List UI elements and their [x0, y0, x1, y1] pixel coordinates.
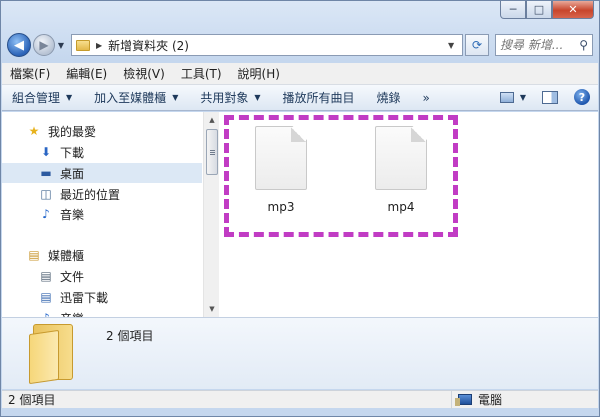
address-dropdown-icon[interactable]: ▼: [448, 41, 462, 50]
minimize-button[interactable]: ─: [500, 1, 526, 19]
maximize-button[interactable]: □: [526, 1, 552, 19]
documents-icon: ▤: [40, 269, 52, 283]
nav-downloads-label: 下載: [60, 145, 85, 160]
libraries-icon: ▤: [28, 248, 40, 262]
address-bar[interactable]: ▶ 新增資料夾 (2) ▼: [71, 34, 463, 56]
nav-desktop-label: 桌面: [60, 166, 85, 181]
nav-downloads[interactable]: ⬇ 下載: [2, 142, 202, 162]
status-item-count: 2 個項目: [2, 390, 452, 409]
file-item-mp3[interactable]: mp3: [241, 126, 321, 214]
navigation-pane: ★ 我的最愛 ⬇ 下載 ▬ 桌面 ◫ 最近的位置 ♪ 音樂 ▤ 媒體櫃 ▤ 文件…: [2, 112, 202, 317]
menu-bar: 檔案(F) 編輯(E) 檢視(V) 工具(T) 說明(H): [2, 63, 598, 85]
help-glyph: ?: [578, 90, 586, 104]
file-name: mp3: [267, 200, 295, 214]
blank-file-icon: [375, 126, 427, 190]
scroll-up-icon[interactable]: ▲: [204, 112, 220, 128]
add-to-library-button[interactable]: 加入至媒體櫃 ▼: [94, 89, 178, 106]
details-item-count: 2 個項目: [106, 329, 154, 343]
search-input[interactable]: [500, 38, 580, 52]
back-button[interactable]: ◀: [7, 33, 31, 57]
computer-icon: [455, 394, 472, 406]
recent-places-icon: ◫: [40, 187, 52, 201]
caption-buttons: ─ □ ✕: [500, 1, 594, 19]
view-options-dropdown-icon[interactable]: ▼: [520, 93, 526, 102]
burn-button[interactable]: 燒錄: [377, 89, 401, 106]
status-location: 電腦: [452, 391, 502, 408]
content-area: ★ 我的最愛 ⬇ 下載 ▬ 桌面 ◫ 最近的位置 ♪ 音樂 ▤ 媒體櫃 ▤ 文件…: [2, 112, 598, 317]
back-arrow-icon: ◀: [14, 37, 24, 53]
nav-recent-places-label: 最近的位置: [60, 187, 121, 202]
blank-file-icon: [255, 126, 307, 190]
music-icon: ♪: [42, 207, 50, 221]
chevron-down-icon: ▼: [254, 93, 261, 102]
nav-recent-places[interactable]: ◫ 最近的位置: [2, 184, 202, 204]
file-list-pane: mp3 mp4: [220, 112, 598, 317]
change-view-icon[interactable]: [499, 91, 514, 103]
nav-documents-label: 文件: [60, 269, 85, 284]
folder-icon: [76, 39, 90, 51]
nav-libraries-label: 媒體櫃: [48, 248, 85, 263]
add-to-library-label: 加入至媒體櫃: [94, 91, 167, 105]
nav-music[interactable]: ♪ 音樂: [2, 204, 202, 224]
scroll-thumb[interactable]: [206, 129, 218, 175]
nav-scrollbar[interactable]: ▲ ▼: [203, 112, 219, 317]
close-button[interactable]: ✕: [552, 1, 594, 19]
explorer-window: ─ □ ✕ ◀ ▶ ▼ ▶ 新增資料夾 (2) ▼ ⟳ ⚲ 檔案(F) 編輯(E…: [0, 0, 600, 417]
forward-arrow-icon: ▶: [39, 38, 49, 52]
menu-help[interactable]: 說明(H): [238, 65, 280, 82]
recent-pages-dropdown[interactable]: ▼: [55, 41, 67, 50]
share-with-label: 共用對象: [200, 91, 249, 105]
address-row: ◀ ▶ ▼ ▶ 新增資料夾 (2) ▼ ⟳ ⚲: [7, 31, 593, 59]
breadcrumb-arrow-icon[interactable]: ▶: [96, 41, 102, 50]
nav-music-library[interactable]: ♪ 音樂: [2, 308, 202, 317]
nav-favorites[interactable]: ★ 我的最愛: [2, 121, 202, 141]
download-icon: ⬇: [40, 145, 52, 159]
nav-music-library-label: 音樂: [60, 310, 84, 318]
chevron-down-icon: ▼: [172, 93, 179, 102]
status-bar: 2 個項目 電腦: [2, 390, 598, 409]
play-all-label: 播放所有曲目: [282, 91, 355, 105]
nav-thunder-download-label: 迅雷下載: [60, 290, 109, 305]
more-icon: »: [422, 90, 430, 105]
search-box[interactable]: ⚲: [495, 34, 593, 56]
refresh-button[interactable]: ⟳: [465, 34, 489, 56]
folder-icon: [29, 324, 75, 385]
nav-desktop[interactable]: ▬ 桌面: [2, 163, 202, 183]
forward-button[interactable]: ▶: [33, 34, 55, 56]
nav-favorites-label: 我的最愛: [48, 124, 97, 139]
file-name: mp4: [387, 200, 415, 214]
menu-edit[interactable]: 編輯(E): [66, 65, 107, 82]
organize-button[interactable]: 組合管理 ▼: [12, 89, 72, 106]
nav-thunder-download[interactable]: ▤ 迅雷下載: [2, 287, 202, 307]
star-icon: ★: [28, 124, 40, 138]
nav-documents[interactable]: ▤ 文件: [2, 266, 202, 286]
search-icon[interactable]: ⚲: [579, 38, 588, 52]
refresh-icon: ⟳: [471, 38, 483, 52]
share-with-button[interactable]: 共用對象 ▼: [200, 89, 260, 106]
nav-music-label: 音樂: [60, 207, 85, 222]
play-all-button[interactable]: 播放所有曲目: [283, 89, 355, 106]
chevron-down-icon: ▼: [66, 93, 73, 102]
command-bar: 組合管理 ▼ 加入至媒體櫃 ▼ 共用對象 ▼ 播放所有曲目 燒錄 » ▼ ?: [2, 85, 598, 111]
details-pane: 2 個項目: [2, 317, 598, 389]
preview-pane-icon[interactable]: [542, 90, 558, 104]
organize-label: 組合管理: [12, 91, 61, 105]
thunder-download-icon: ▤: [40, 290, 52, 304]
more-commands-button[interactable]: »: [423, 91, 430, 105]
address-path[interactable]: 新增資料夾 (2): [108, 37, 448, 54]
status-location-label: 電腦: [478, 393, 503, 407]
menu-file[interactable]: 檔案(F): [10, 65, 50, 82]
nav-libraries[interactable]: ▤ 媒體櫃: [2, 245, 202, 265]
menu-view[interactable]: 檢視(V): [123, 65, 165, 82]
menu-tools[interactable]: 工具(T): [181, 65, 222, 82]
file-item-mp4[interactable]: mp4: [361, 126, 441, 214]
scroll-down-icon[interactable]: ▼: [204, 301, 220, 317]
burn-label: 燒錄: [376, 91, 401, 105]
desktop-icon: ▬: [40, 166, 52, 180]
help-icon[interactable]: ?: [574, 89, 590, 105]
